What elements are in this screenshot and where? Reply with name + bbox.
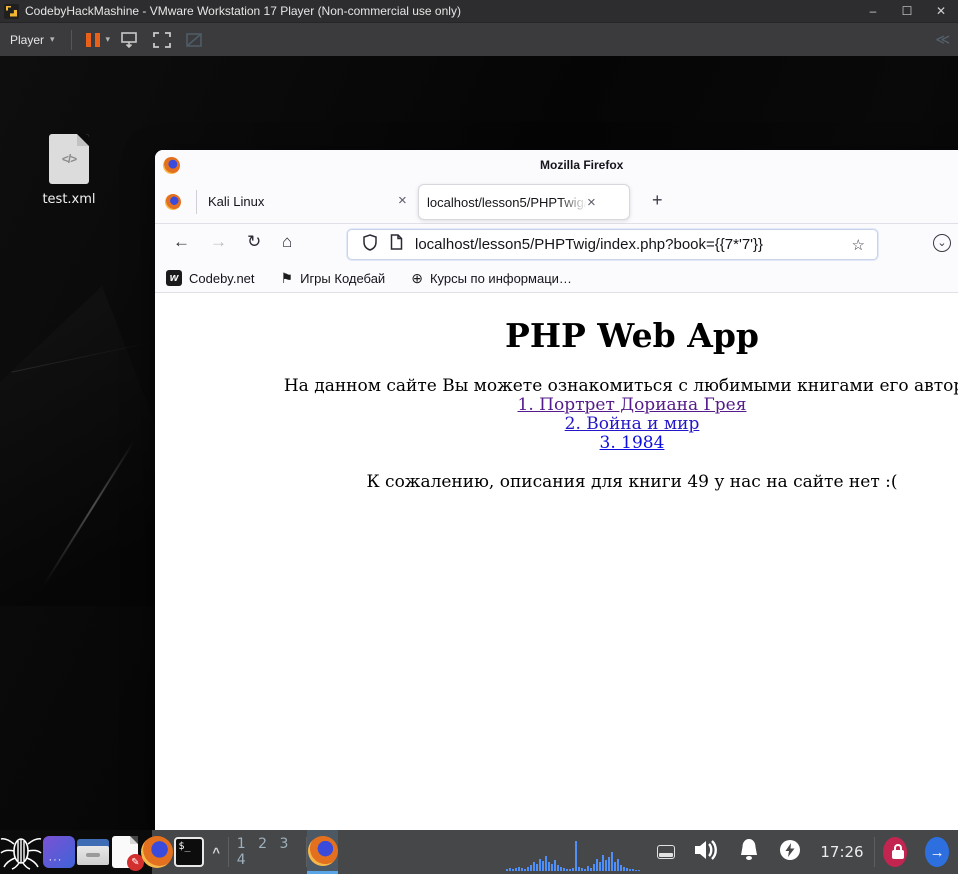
page-message: К сожалению, описания для книги 49 у нас… bbox=[366, 472, 898, 492]
tab-bar: Kali Linux × localhost/lesson5/PHPTwig/i… bbox=[155, 180, 958, 224]
firefox-logo-icon bbox=[307, 835, 338, 866]
book-link[interactable]: 1. Портрет Дориана Грея bbox=[155, 396, 958, 415]
reload-button[interactable]: ↻ bbox=[247, 232, 261, 252]
chevron-down-icon: ▾ bbox=[105, 34, 111, 44]
xml-file-icon: </> bbox=[49, 134, 89, 184]
vm-desktop: </> test.xml Mozilla Firefox Kali Linux … bbox=[0, 56, 958, 830]
app-menu-icon: ··· bbox=[43, 836, 76, 868]
tab-localhost-active[interactable]: localhost/lesson5/PHPTwig/i × bbox=[418, 184, 630, 220]
flag-icon: ⚑ bbox=[280, 269, 294, 286]
session-indicator-icon[interactable]: → bbox=[925, 837, 949, 867]
url-text[interactable]: localhost/lesson5/PHPTwig/index.php?book… bbox=[415, 236, 763, 253]
kali-taskbar: ··· ✎ $_ ^ 1 2 3 4 17:26 → bbox=[0, 830, 958, 874]
terminal-launcher-button[interactable]: $_ bbox=[173, 830, 205, 874]
page-title: PHP Web App bbox=[505, 316, 759, 355]
text-editor-button[interactable]: ✎ bbox=[109, 830, 144, 874]
tab-kali-linux[interactable]: Kali Linux bbox=[208, 194, 264, 209]
taskbar-divider bbox=[873, 837, 875, 867]
minimize-button[interactable]: – bbox=[856, 0, 890, 22]
bookmark-star-icon[interactable]: ☆ bbox=[852, 236, 865, 254]
app-menu-button[interactable]: ··· bbox=[42, 830, 77, 874]
codeby-favicon: w bbox=[166, 270, 182, 286]
chevron-down-icon: ▾ bbox=[50, 34, 55, 44]
window-list-button[interactable]: ^ bbox=[204, 830, 228, 874]
workspace-pager[interactable]: 1 2 3 4 bbox=[229, 830, 306, 874]
book-link[interactable]: 2. Война и мир bbox=[155, 415, 958, 434]
desktop-file-label: test.xml bbox=[42, 192, 96, 207]
bookmark-codeby[interactable]: w Codeby.net bbox=[166, 270, 255, 286]
home-button[interactable]: ⌂ bbox=[282, 232, 292, 252]
kali-menu-button[interactable] bbox=[0, 830, 42, 874]
pause-icon bbox=[85, 32, 100, 47]
firefox-launcher-button[interactable] bbox=[140, 830, 173, 874]
collapse-toolbar-button[interactable]: ≪ bbox=[935, 31, 950, 48]
close-button[interactable]: ✕ bbox=[924, 0, 958, 22]
tab-divider bbox=[196, 190, 197, 214]
kali-dragon-icon bbox=[0, 838, 42, 870]
firefox-window: Mozilla Firefox Kali Linux × localhost/l… bbox=[155, 150, 958, 830]
toolbar-divider bbox=[70, 29, 72, 50]
vmware-window-title: CodebyHackMashine - VMware Workstation 1… bbox=[25, 4, 461, 18]
maximize-button[interactable]: ☐ bbox=[890, 0, 924, 22]
firefox-logo-icon bbox=[163, 157, 180, 174]
bookmarks-toolbar: w Codeby.net ⚑ Игры Кодебай ⊕ Курсы по и… bbox=[155, 264, 958, 293]
firefox-window-title: Mozilla Firefox bbox=[540, 158, 624, 172]
power-manager-icon[interactable] bbox=[779, 839, 801, 866]
forward-button: → bbox=[210, 232, 227, 251]
new-tab-button[interactable]: + bbox=[652, 190, 663, 211]
clock[interactable]: 17:26 bbox=[820, 843, 863, 861]
close-tab-icon[interactable]: × bbox=[587, 194, 596, 211]
vmware-toolbar: Player ▾ ▾ ≪ bbox=[0, 22, 958, 56]
folder-icon bbox=[76, 839, 109, 865]
volume-icon[interactable] bbox=[693, 838, 719, 867]
page-info-icon[interactable] bbox=[390, 234, 403, 255]
desktop-file-testxml[interactable]: </> test.xml bbox=[34, 134, 104, 207]
fullscreen-button[interactable] bbox=[152, 31, 172, 49]
globe-icon: ⊕ bbox=[411, 269, 423, 286]
terminal-icon: $_ bbox=[173, 837, 204, 867]
text-editor-icon: ✎ bbox=[111, 836, 144, 871]
navigation-toolbar: ← → ↻ ⌂ localhost/lesson5/PHPTwig/index.… bbox=[155, 224, 958, 264]
suspend-vm-button[interactable]: ▾ bbox=[82, 32, 115, 47]
firefox-tab-icon bbox=[165, 194, 181, 210]
notification-bell-icon[interactable] bbox=[737, 837, 761, 868]
url-bar[interactable]: localhost/lesson5/PHPTwig/index.php?book… bbox=[347, 229, 878, 260]
send-ctrl-alt-del-button[interactable] bbox=[120, 31, 140, 49]
wallpaper-facet bbox=[0, 286, 170, 606]
firefox-logo-icon bbox=[140, 836, 173, 868]
pocket-icon[interactable]: ⌄ bbox=[933, 234, 951, 252]
bookmark-kursy[interactable]: ⊕ Курсы по информаци… bbox=[411, 270, 572, 287]
vmware-logo-icon bbox=[4, 3, 19, 19]
network-monitor-graph bbox=[506, 833, 641, 871]
screen-lock-icon[interactable] bbox=[883, 837, 908, 867]
back-button[interactable]: ← bbox=[173, 232, 190, 252]
file-manager-button[interactable] bbox=[76, 830, 109, 874]
page-intro-text: На данном сайте Вы можете ознакомиться с… bbox=[283, 376, 958, 396]
bookmark-igry-kodebay[interactable]: ⚑ Игры Кодебай bbox=[281, 270, 386, 287]
tracking-shield-icon[interactable] bbox=[362, 233, 378, 256]
firefox-active-task-button[interactable] bbox=[306, 830, 339, 874]
display-tray-icon[interactable] bbox=[657, 845, 676, 859]
close-tab-icon[interactable]: × bbox=[398, 192, 407, 209]
book-links: 1. Портрет Дориана Грея 2. Война и мир 3. … bbox=[155, 396, 958, 453]
active-tab-label: localhost/lesson5/PHPTwig/i bbox=[427, 194, 587, 210]
firefox-titlebar[interactable]: Mozilla Firefox bbox=[155, 150, 958, 180]
book-link[interactable]: 3. 1984 bbox=[155, 434, 958, 453]
player-menu[interactable]: Player ▾ bbox=[0, 33, 61, 47]
vmware-titlebar: CodebyHackMashine - VMware Workstation 1… bbox=[0, 0, 958, 22]
unity-mode-button-disabled bbox=[184, 31, 204, 49]
page-content: PHP Web App На данном сайте Вы можете оз… bbox=[155, 294, 958, 830]
